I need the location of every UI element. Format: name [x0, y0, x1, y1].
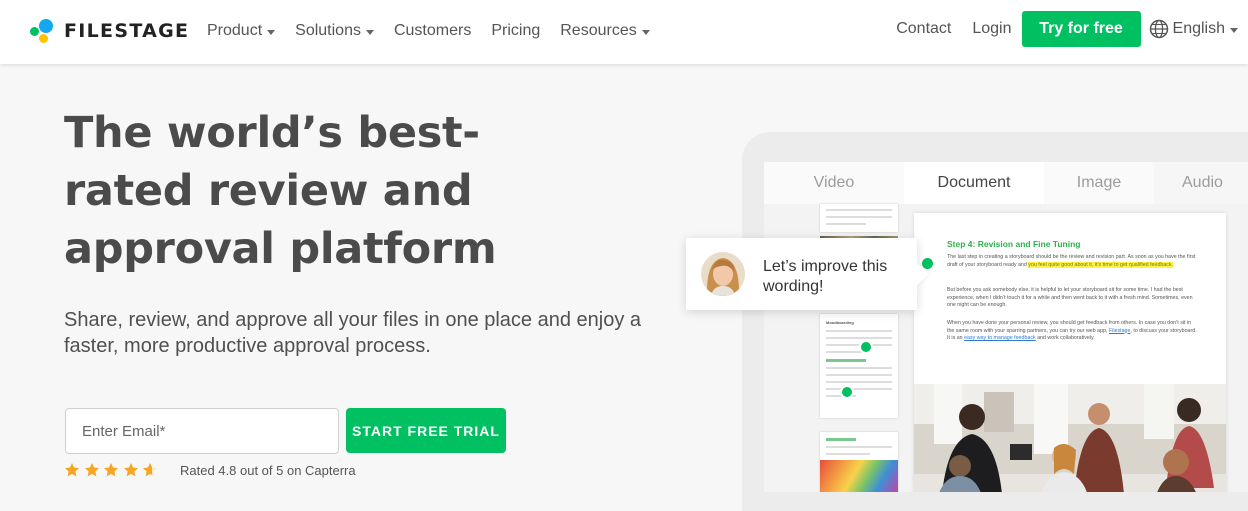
- language-selector[interactable]: English: [1149, 19, 1238, 39]
- secondary-menu: Contact Login Try for free English: [896, 11, 1238, 47]
- chevron-down-icon: [1230, 27, 1238, 33]
- nav-item-resources[interactable]: Resources: [560, 22, 650, 40]
- file-type-tabs: Video Document Image Audio: [764, 162, 1248, 204]
- nav-item-pricing[interactable]: Pricing: [491, 22, 540, 40]
- comment-marker[interactable]: [842, 387, 852, 397]
- star-icon: [84, 463, 99, 477]
- comment-marker[interactable]: [861, 342, 871, 352]
- team-photo: [914, 384, 1226, 492]
- primary-menu: Product Solutions Customers Pricing Reso…: [207, 0, 670, 62]
- logo-wordmark: FILESTAGE: [64, 20, 190, 42]
- star-half-icon: [143, 463, 157, 477]
- chevron-down-icon: [641, 29, 650, 35]
- avatar-illustration: [701, 252, 745, 296]
- page-thumbnail[interactable]: [820, 204, 898, 232]
- email-input[interactable]: [65, 408, 339, 454]
- doc-paragraph: When you have done your personal review,…: [947, 320, 1199, 343]
- logo-mark: [30, 17, 62, 45]
- highlighted-text[interactable]: you feel quite good about it, it’s time …: [1028, 261, 1174, 268]
- tab-video[interactable]: Video: [764, 162, 904, 204]
- tab-image[interactable]: Image: [1044, 162, 1154, 204]
- top-navigation: FILESTAGE Product Solutions Customers Pr…: [0, 0, 1248, 64]
- nav-label: Resources: [560, 22, 637, 39]
- star-icon: [65, 463, 79, 477]
- login-link[interactable]: Login: [972, 20, 1011, 38]
- team-photo-illustration: [914, 384, 1226, 492]
- doc-paragraph: But before you ask somebody else, it is …: [947, 287, 1193, 308]
- doc-heading: Step 4: Revision and Fine Tuning: [947, 239, 1081, 249]
- star-icon: [104, 463, 118, 477]
- comment-bubble[interactable]: Let’s improve this wording!: [686, 238, 917, 310]
- tab-document[interactable]: Document: [904, 162, 1044, 204]
- comment-text: Let’s improve this wording!: [763, 258, 888, 295]
- try-for-free-button[interactable]: Try for free: [1021, 11, 1141, 47]
- globe-icon: [1149, 19, 1168, 39]
- nav-label: Pricing: [491, 22, 541, 39]
- rating-text: Rated 4.8 out of 5 on Capterra: [180, 463, 356, 478]
- thumbnail-heading: Moodboarding: [826, 320, 854, 325]
- nav-label: Customers: [393, 22, 472, 39]
- nav-item-product[interactable]: Product: [207, 22, 276, 40]
- doc-paragraph: The last step in creating a storyboard s…: [947, 254, 1199, 269]
- start-free-trial-button[interactable]: START FREE TRIAL: [346, 408, 506, 453]
- thumbnail-image: [820, 460, 898, 492]
- hero-title: The world’s best-rated review and approv…: [64, 108, 497, 274]
- hero-subtitle: Share, review, and approve all your file…: [64, 309, 642, 357]
- app-screen-preview: Video Document Image Audio Moodboarding …: [764, 162, 1248, 492]
- nav-label: Solutions: [295, 22, 361, 39]
- chevron-down-icon: [365, 29, 374, 35]
- nav-item-customers[interactable]: Customers: [394, 22, 471, 40]
- filestage-logo[interactable]: FILESTAGE: [30, 16, 189, 46]
- page-thumbnail[interactable]: [820, 432, 898, 492]
- contact-link[interactable]: Contact: [896, 20, 951, 38]
- avatar: [701, 252, 745, 296]
- chevron-down-icon: [267, 29, 276, 35]
- document-page: Step 4: Revision and Fine Tuning The las…: [914, 213, 1226, 492]
- language-label: English: [1172, 20, 1225, 37]
- rating-stars: [64, 462, 162, 478]
- nav-item-solutions[interactable]: Solutions: [295, 22, 374, 40]
- tab-audio[interactable]: Audio: [1154, 162, 1248, 204]
- star-icon: [123, 463, 138, 477]
- page-thumbnail[interactable]: Moodboarding: [820, 314, 898, 418]
- doc-text: and work collaboratively.: [1035, 335, 1095, 341]
- doc-link[interactable]: Filestage: [1109, 328, 1131, 334]
- nav-label: Product: [207, 22, 263, 39]
- doc-link[interactable]: easy way to manage feedback: [964, 335, 1036, 341]
- comment-marker[interactable]: [922, 258, 933, 269]
